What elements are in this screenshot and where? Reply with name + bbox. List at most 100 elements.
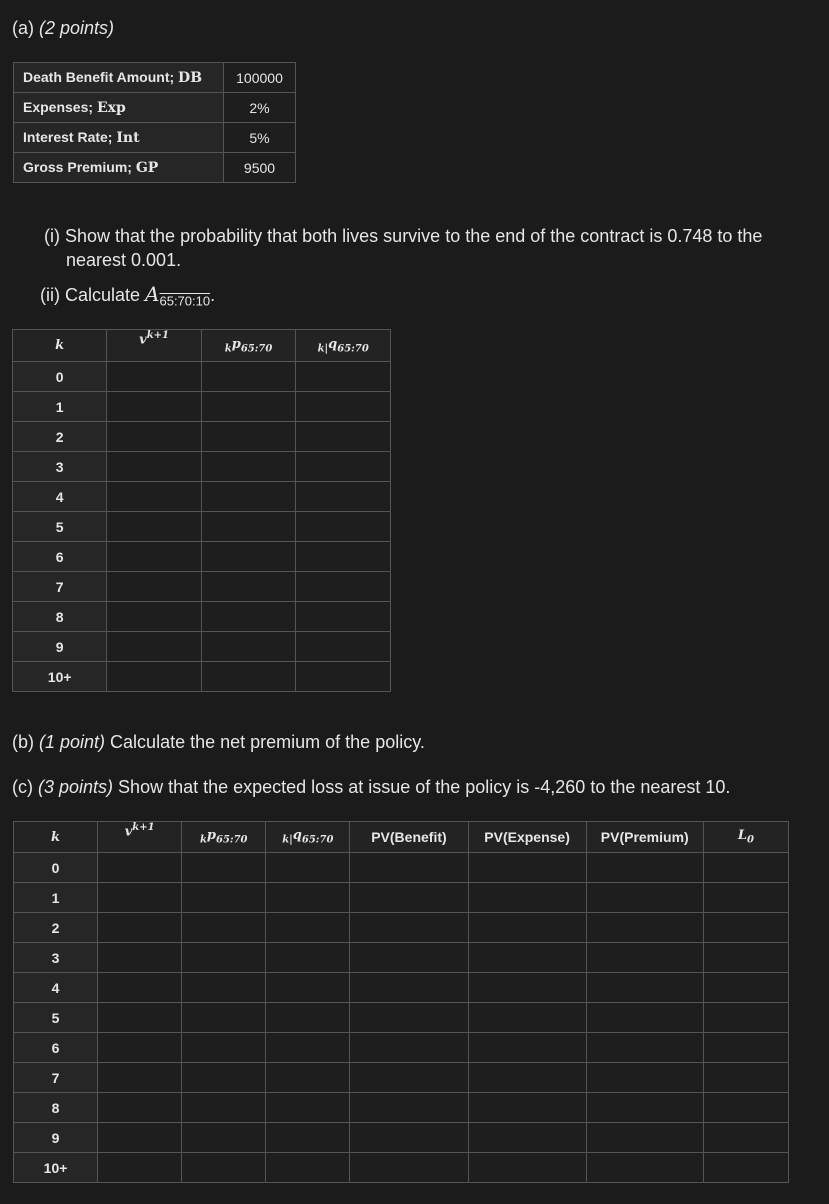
answer-cell[interactable] <box>200 451 297 482</box>
answer-cell[interactable] <box>181 1032 267 1063</box>
answer-cell[interactable] <box>585 1092 704 1123</box>
answer-cell[interactable] <box>295 481 391 512</box>
answer-cell[interactable] <box>295 601 391 632</box>
answer-cell[interactable] <box>467 1002 587 1033</box>
answer-cell[interactable] <box>97 1032 183 1063</box>
answer-cell[interactable] <box>181 1122 267 1153</box>
answer-cell[interactable] <box>349 1002 469 1033</box>
answer-cell[interactable] <box>349 1092 469 1123</box>
answer-cell[interactable] <box>97 942 183 973</box>
answer-cell[interactable] <box>702 852 790 883</box>
answer-cell[interactable] <box>265 912 351 943</box>
answer-cell[interactable] <box>181 882 267 913</box>
answer-cell[interactable] <box>265 1062 351 1093</box>
answer-cell[interactable] <box>585 852 704 883</box>
answer-cell[interactable] <box>181 1092 267 1123</box>
answer-cell[interactable] <box>181 912 267 943</box>
answer-cell[interactable] <box>702 942 790 973</box>
answer-cell[interactable] <box>585 1002 704 1033</box>
answer-cell[interactable] <box>265 1032 351 1063</box>
answer-cell[interactable] <box>181 972 267 1003</box>
answer-cell[interactable] <box>585 1062 704 1093</box>
answer-cell[interactable] <box>181 852 267 883</box>
answer-cell[interactable] <box>295 541 391 572</box>
answer-cell[interactable] <box>585 1122 704 1153</box>
answer-cell[interactable] <box>467 852 587 883</box>
answer-cell[interactable] <box>467 1152 587 1183</box>
answer-cell[interactable] <box>467 912 587 943</box>
answer-cell[interactable] <box>106 391 202 422</box>
answer-cell[interactable] <box>585 882 704 913</box>
answer-cell[interactable] <box>181 1152 267 1183</box>
answer-cell[interactable] <box>295 631 391 662</box>
answer-cell[interactable] <box>200 661 297 692</box>
answer-cell[interactable] <box>97 972 183 1003</box>
answer-cell[interactable] <box>467 942 587 973</box>
answer-cell[interactable] <box>200 421 297 452</box>
answer-cell[interactable] <box>200 571 297 602</box>
answer-cell[interactable] <box>295 661 391 692</box>
answer-cell[interactable] <box>467 972 587 1003</box>
answer-cell[interactable] <box>106 631 202 662</box>
answer-cell[interactable] <box>265 1002 351 1033</box>
answer-cell[interactable] <box>106 451 202 482</box>
answer-cell[interactable] <box>585 942 704 973</box>
answer-cell[interactable] <box>97 1122 183 1153</box>
answer-cell[interactable] <box>97 1002 183 1033</box>
answer-cell[interactable] <box>97 882 183 913</box>
answer-cell[interactable] <box>200 361 297 392</box>
answer-cell[interactable] <box>349 1122 469 1153</box>
answer-cell[interactable] <box>349 1062 469 1093</box>
answer-cell[interactable] <box>106 601 202 632</box>
answer-cell[interactable] <box>200 391 297 422</box>
answer-cell[interactable] <box>585 972 704 1003</box>
answer-cell[interactable] <box>349 1152 469 1183</box>
answer-cell[interactable] <box>702 882 790 913</box>
answer-cell[interactable] <box>295 391 391 422</box>
answer-cell[interactable] <box>702 972 790 1003</box>
answer-cell[interactable] <box>200 511 297 542</box>
answer-cell[interactable] <box>106 421 202 452</box>
answer-cell[interactable] <box>97 1152 183 1183</box>
answer-cell[interactable] <box>585 1152 704 1183</box>
answer-cell[interactable] <box>349 912 469 943</box>
answer-cell[interactable] <box>97 1062 183 1093</box>
answer-cell[interactable] <box>349 942 469 973</box>
answer-cell[interactable] <box>702 1062 790 1093</box>
answer-cell[interactable] <box>467 882 587 913</box>
answer-cell[interactable] <box>702 1002 790 1033</box>
answer-cell[interactable] <box>585 912 704 943</box>
answer-cell[interactable] <box>467 1032 587 1063</box>
answer-cell[interactable] <box>97 912 183 943</box>
answer-cell[interactable] <box>97 852 183 883</box>
answer-cell[interactable] <box>97 1092 183 1123</box>
answer-cell[interactable] <box>106 571 202 602</box>
answer-cell[interactable] <box>265 942 351 973</box>
answer-cell[interactable] <box>467 1122 587 1153</box>
answer-cell[interactable] <box>265 972 351 1003</box>
answer-cell[interactable] <box>702 1152 790 1183</box>
answer-cell[interactable] <box>467 1062 587 1093</box>
answer-cell[interactable] <box>200 541 297 572</box>
answer-cell[interactable] <box>349 972 469 1003</box>
answer-cell[interactable] <box>265 882 351 913</box>
answer-cell[interactable] <box>467 1092 587 1123</box>
answer-cell[interactable] <box>106 661 202 692</box>
answer-cell[interactable] <box>295 361 391 392</box>
answer-cell[interactable] <box>295 571 391 602</box>
answer-cell[interactable] <box>106 541 202 572</box>
answer-cell[interactable] <box>702 912 790 943</box>
answer-cell[interactable] <box>265 852 351 883</box>
answer-cell[interactable] <box>200 631 297 662</box>
answer-cell[interactable] <box>295 451 391 482</box>
answer-cell[interactable] <box>349 852 469 883</box>
answer-cell[interactable] <box>106 361 202 392</box>
answer-cell[interactable] <box>181 1002 267 1033</box>
answer-cell[interactable] <box>181 1062 267 1093</box>
answer-cell[interactable] <box>265 1122 351 1153</box>
answer-cell[interactable] <box>585 1032 704 1063</box>
answer-cell[interactable] <box>349 1032 469 1063</box>
answer-cell[interactable] <box>181 942 267 973</box>
answer-cell[interactable] <box>265 1152 351 1183</box>
answer-cell[interactable] <box>106 481 202 512</box>
